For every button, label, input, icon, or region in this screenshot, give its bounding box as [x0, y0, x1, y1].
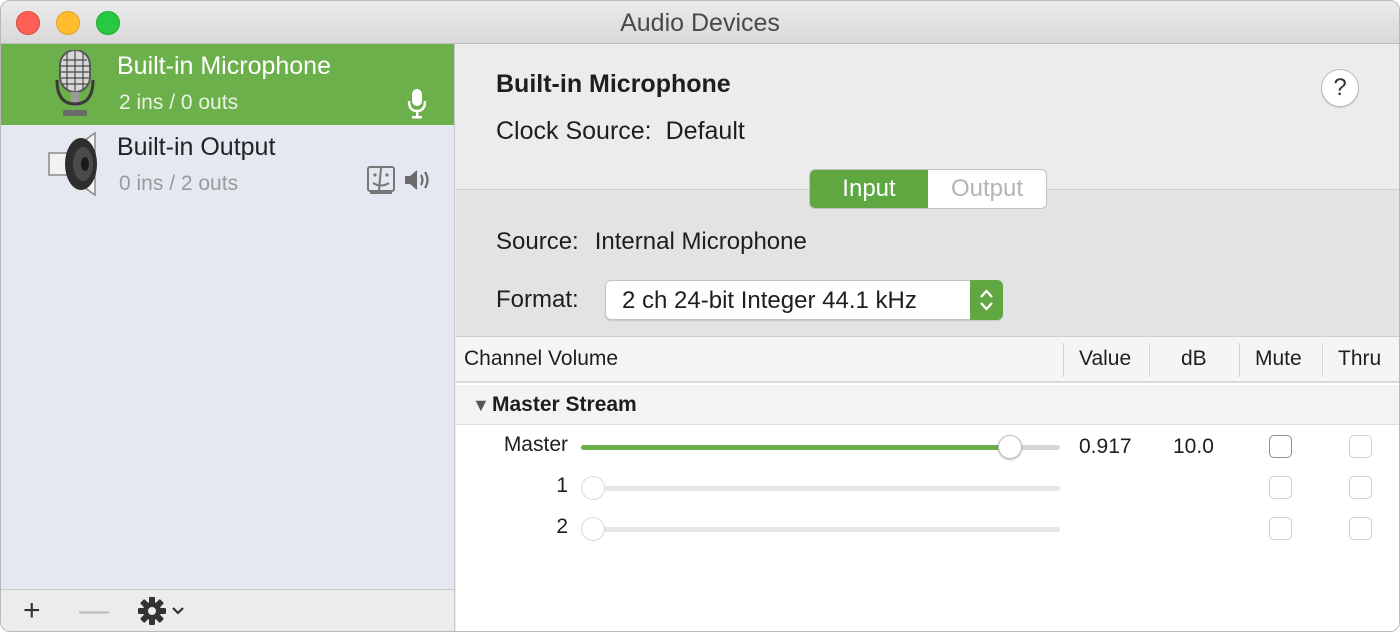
device-row-built-in-microphone[interactable]: Built-in Microphone 2 ins / 0 outs	[1, 44, 454, 125]
header-db[interactable]: dB	[1181, 347, 1207, 371]
sidebar-toolbar: + —	[1, 589, 454, 631]
master-stream-group[interactable]: ▼ Master Stream	[456, 385, 1399, 425]
header-thru[interactable]: Thru	[1338, 347, 1381, 371]
device-name: Built-in Output	[117, 133, 276, 161]
thru-checkbox[interactable]	[1349, 517, 1372, 540]
format-value: 2 ch 24-bit Integer 44.1 kHz	[622, 287, 917, 314]
device-title: Built-in Microphone	[496, 70, 731, 98]
thru-checkbox[interactable]	[1349, 435, 1372, 458]
slider-knob[interactable]	[998, 435, 1023, 459]
header-value[interactable]: Value	[1079, 347, 1131, 371]
mute-checkbox[interactable]	[1269, 517, 1292, 540]
device-detail-panel: Built-in Microphone Clock Source: Default…	[456, 44, 1399, 631]
disclosure-triangle-icon[interactable]: ▼	[472, 395, 490, 416]
mute-checkbox[interactable]	[1269, 435, 1292, 458]
slider-fill	[581, 445, 1011, 450]
remove-device-button[interactable]: —	[79, 596, 109, 628]
chevron-down-icon	[172, 607, 184, 615]
settings-menu-button[interactable]	[137, 596, 193, 628]
format-label: Format:	[496, 286, 579, 313]
source-value: Internal Microphone	[594, 228, 807, 255]
tab-output[interactable]: Output	[928, 170, 1046, 208]
source-label: Source:	[496, 228, 579, 255]
slider-knob[interactable]	[581, 476, 605, 500]
master-volume-slider[interactable]	[581, 435, 1060, 459]
help-button[interactable]: ?	[1321, 69, 1359, 107]
output-speaker-icon	[405, 170, 429, 190]
microphone-icon	[55, 50, 95, 116]
channel-volume-table: Channel Volume Value dB Mute Thru ▼ Mast…	[456, 337, 1399, 631]
header-channel-volume[interactable]: Channel Volume	[464, 347, 618, 371]
up-down-chevron-icon	[980, 289, 993, 311]
tab-input[interactable]: Input	[810, 170, 928, 208]
channel-label: 1	[556, 474, 568, 497]
audio-devices-window: Audio Devices Built-in Microphone 2 ins …	[0, 0, 1400, 632]
table-row: 1	[456, 467, 1399, 508]
mute-checkbox[interactable]	[1269, 476, 1292, 499]
table-header: Channel Volume Value dB Mute Thru	[456, 337, 1399, 383]
device-row-built-in-output[interactable]: Built-in Output 0 ins / 2 outs	[1, 125, 454, 206]
input-mic-icon	[407, 89, 427, 119]
source-row: Source: Internal Microphone	[496, 228, 807, 256]
group-label: Master Stream	[492, 393, 637, 416]
title-bar[interactable]: Audio Devices	[1, 1, 1399, 44]
device-io-count: 2 ins / 0 outs	[119, 91, 239, 114]
volume-db: 10.0	[1173, 435, 1214, 458]
clock-source: Clock Source: Default	[496, 117, 745, 146]
popup-arrows	[970, 280, 1003, 320]
channel-label: Master	[503, 433, 568, 456]
table-row: Master 0.917 10.0	[456, 426, 1399, 467]
channel-1-volume-slider[interactable]	[581, 476, 1060, 500]
clock-source-label: Clock Source:	[496, 117, 652, 145]
channel-label: 2	[556, 515, 568, 538]
table-row: 2	[456, 508, 1399, 549]
clock-source-value: Default	[665, 117, 745, 145]
speaker-icon	[48, 131, 97, 197]
volume-value: 0.917	[1079, 435, 1132, 458]
thru-checkbox[interactable]	[1349, 476, 1372, 499]
gear-icon	[138, 597, 184, 625]
format-popup[interactable]: 2 ch 24-bit Integer 44.1 kHz	[605, 280, 1003, 320]
header-mute[interactable]: Mute	[1255, 347, 1302, 371]
device-io-count: 0 ins / 2 outs	[119, 172, 239, 195]
add-device-button[interactable]: +	[23, 596, 41, 628]
window-title: Audio Devices	[620, 9, 780, 37]
slider-knob[interactable]	[581, 517, 605, 541]
input-output-segmented-control: Input Output	[809, 169, 1047, 209]
finder-icon	[367, 166, 395, 194]
device-name: Built-in Microphone	[117, 52, 331, 80]
channel-2-volume-slider[interactable]	[581, 517, 1060, 541]
device-list: Built-in Microphone 2 ins / 0 outs Built…	[1, 44, 455, 631]
